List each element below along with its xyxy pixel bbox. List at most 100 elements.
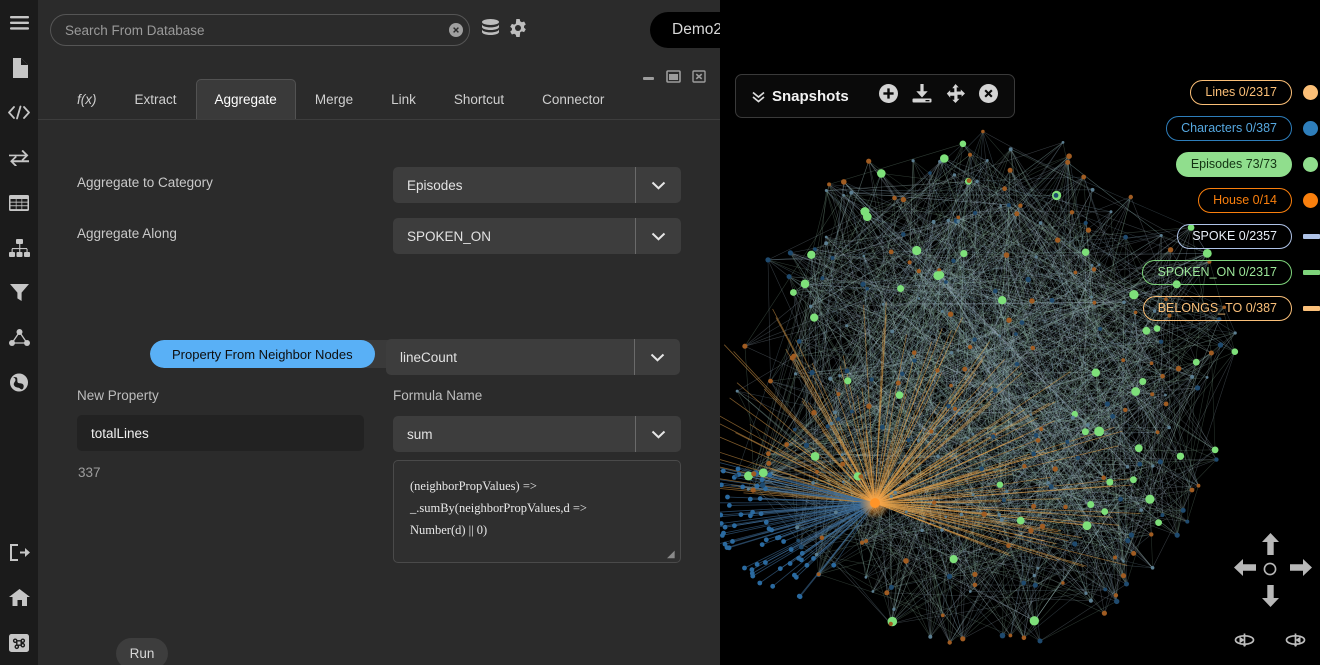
new-property-label-wrap: New Property [77, 387, 159, 405]
add-circle-icon[interactable] [879, 84, 898, 108]
legend-swatch-slot [1292, 234, 1320, 239]
app-root: Demo2 / GOT_Transforms* Category Propert… [0, 0, 1320, 665]
clear-search-icon[interactable] [443, 14, 469, 46]
aggregate-to-category-label-wrap: Aggregate to Category [77, 174, 213, 192]
toggle-property-from-neighbor-nodes[interactable]: Property From Neighbor Nodes [150, 340, 375, 368]
move-icon[interactable] [946, 84, 965, 108]
snapshots-actions [879, 84, 998, 108]
recenter-icon[interactable] [1263, 562, 1277, 576]
hierarchy-icon[interactable] [0, 225, 38, 270]
legend-swatch-lines [1303, 85, 1318, 100]
arrow-down-icon[interactable] [1262, 585, 1279, 607]
chevron-down-icon[interactable] [635, 416, 681, 452]
network-icon[interactable] [0, 315, 38, 360]
snapshots-panel: Snapshots [735, 74, 1015, 118]
file-icon[interactable] [0, 45, 38, 90]
filter-icon[interactable] [0, 270, 38, 315]
legend-swatch-episodes [1303, 157, 1318, 172]
legend-chip-belongs-to[interactable]: BELONGS_TO 0/387 [1143, 296, 1292, 321]
tab-connector[interactable]: Connector [523, 79, 623, 119]
tab-extract[interactable]: Extract [116, 79, 196, 119]
property-select-value: lineCount [400, 350, 457, 365]
legend-swatch-characters [1303, 121, 1318, 136]
globe-icon[interactable] [0, 360, 38, 405]
aggregate-to-category-label: Aggregate to Category [77, 175, 213, 190]
legend-row[interactable]: Episodes 73/73 [1150, 146, 1320, 182]
chevron-double-down-icon[interactable] [752, 90, 765, 103]
legend-chip-episodes[interactable]: Episodes 73/73 [1176, 152, 1292, 177]
formula-name-value: sum [407, 427, 433, 442]
tab-link[interactable]: Link [372, 79, 435, 119]
new-property-count: 337 [78, 465, 101, 480]
chevron-down-icon[interactable] [634, 339, 680, 375]
formula-code-text: (neighborPropValues) => _.sumBy(neighbor… [410, 479, 587, 537]
legend-chip-spoken-on[interactable]: SPOKEN_ON 0/2317 [1142, 260, 1292, 285]
new-property-input[interactable]: totalLines [77, 415, 364, 451]
download-icon[interactable] [912, 84, 932, 108]
gear-icon[interactable] [509, 19, 527, 37]
search-box[interactable] [50, 14, 470, 46]
formula-code-editor[interactable]: (neighborPropValues) => _.sumBy(neighbor… [393, 460, 681, 563]
legend-chip-characters[interactable]: Characters 0/387 [1166, 116, 1292, 141]
arrow-left-icon[interactable] [1234, 559, 1256, 576]
tab-fx[interactable]: f(x) [58, 79, 116, 119]
code-icon[interactable] [0, 90, 38, 135]
tab-shortcut[interactable]: Shortcut [435, 79, 523, 119]
new-property-label: New Property [77, 388, 159, 403]
logout-icon[interactable] [0, 530, 38, 575]
aggregate-along-select[interactable]: SPOKEN_ON [393, 218, 681, 254]
arrow-up-icon[interactable] [1262, 533, 1279, 555]
transform-panel: f(x) Extract Aggregate Merge Link Shortc… [38, 60, 720, 665]
new-property-count-wrap: 337 [78, 464, 101, 482]
aggregate-along-value: SPOKEN_ON [407, 229, 491, 244]
legend-swatch-slot [1292, 306, 1320, 311]
table-icon[interactable] [0, 180, 38, 225]
formula-name-label-wrap: Formula Name [393, 387, 482, 405]
chevron-down-icon[interactable] [635, 167, 681, 203]
aggregate-along-label: Aggregate Along [77, 226, 177, 241]
new-property-value: totalLines [91, 426, 149, 441]
legend-chip-spoke[interactable]: SPOKE 0/2357 [1177, 224, 1292, 249]
menu-icon[interactable] [0, 0, 38, 45]
formula-name-select[interactable]: sum [393, 416, 681, 452]
transform-tabs: f(x) Extract Aggregate Merge Link Shortc… [38, 78, 720, 120]
run-button[interactable]: Run [116, 638, 168, 665]
close-circle-icon[interactable] [979, 84, 998, 108]
legend-swatch-slot [1292, 193, 1320, 208]
snapshots-title: Snapshots [772, 88, 849, 105]
legend-swatch-slot [1292, 270, 1320, 275]
aggregate-to-category-select[interactable]: Episodes [393, 167, 681, 203]
home-icon[interactable] [0, 575, 38, 620]
legend-swatch-house [1303, 193, 1318, 208]
search-input[interactable] [51, 23, 443, 38]
legend-row[interactable]: Lines 0/2317 [1150, 74, 1320, 110]
command-icon[interactable] [0, 620, 38, 665]
graph-canvas[interactable]: Snapshots Lines 0/2317 [720, 0, 1320, 665]
tab-merge[interactable]: Merge [296, 79, 372, 119]
left-icon-rail [0, 0, 38, 665]
rotate-right-icon[interactable] [1283, 630, 1308, 659]
legend-row[interactable]: SPOKEN_ON 0/2317 [1150, 254, 1320, 290]
legend-row[interactable]: BELONGS_TO 0/387 [1150, 290, 1320, 326]
legend-swatch-belongs-to [1303, 306, 1320, 311]
legend-swatch-slot [1292, 157, 1320, 172]
legend-swatch-slot [1292, 121, 1320, 136]
arrow-right-icon[interactable] [1290, 559, 1312, 576]
resize-grip-icon[interactable]: ◢ [667, 550, 677, 560]
legend-chip-lines[interactable]: Lines 0/2317 [1190, 80, 1292, 105]
property-select[interactable]: lineCount [386, 339, 680, 375]
transfer-icon[interactable] [0, 135, 38, 180]
legend-swatch-slot [1292, 85, 1320, 100]
legend-row[interactable]: Characters 0/387 [1150, 110, 1320, 146]
rotation-controls [1232, 630, 1308, 659]
rotate-left-icon[interactable] [1232, 630, 1257, 659]
graph-legend: Lines 0/2317 Characters 0/387 Episodes 7… [1150, 74, 1320, 326]
legend-row[interactable]: House 0/14 [1150, 182, 1320, 218]
database-icon[interactable] [482, 19, 499, 38]
legend-row[interactable]: SPOKE 0/2357 [1150, 218, 1320, 254]
chevron-down-icon[interactable] [635, 218, 681, 254]
aggregate-along-label-wrap: Aggregate Along [77, 225, 177, 243]
legend-chip-house[interactable]: House 0/14 [1198, 188, 1292, 213]
tab-aggregate[interactable]: Aggregate [196, 79, 296, 119]
legend-swatch-spoke [1303, 234, 1320, 239]
